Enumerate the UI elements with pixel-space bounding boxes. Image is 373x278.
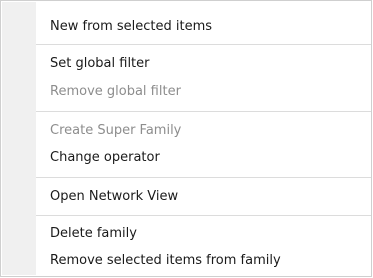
menu-separator	[36, 111, 371, 112]
menu-item-remove-global-filter: Remove global filter	[50, 84, 181, 99]
menu-item-set-global-filter[interactable]: Set global filter	[36, 52, 371, 76]
menu-item-open-network-view[interactable]: Open Network View	[36, 185, 371, 209]
menu-item-create-super-family: Create Super Family	[50, 123, 182, 138]
menu-separator	[36, 215, 371, 216]
menu-separator	[36, 44, 371, 45]
menu-item-change-operator[interactable]: Change operator	[36, 146, 371, 170]
menu-item-delete-family[interactable]: Delete family	[36, 222, 371, 246]
menu-icon-gutter	[2, 2, 36, 275]
menu-separator	[36, 177, 371, 178]
menu-item-new-from-selected-items[interactable]: New from selected items	[36, 15, 371, 39]
context-menu: New from selected items Set global filte…	[0, 0, 372, 277]
menu-item-remove-selected-items-from-family[interactable]: Remove selected items from family	[36, 249, 371, 273]
